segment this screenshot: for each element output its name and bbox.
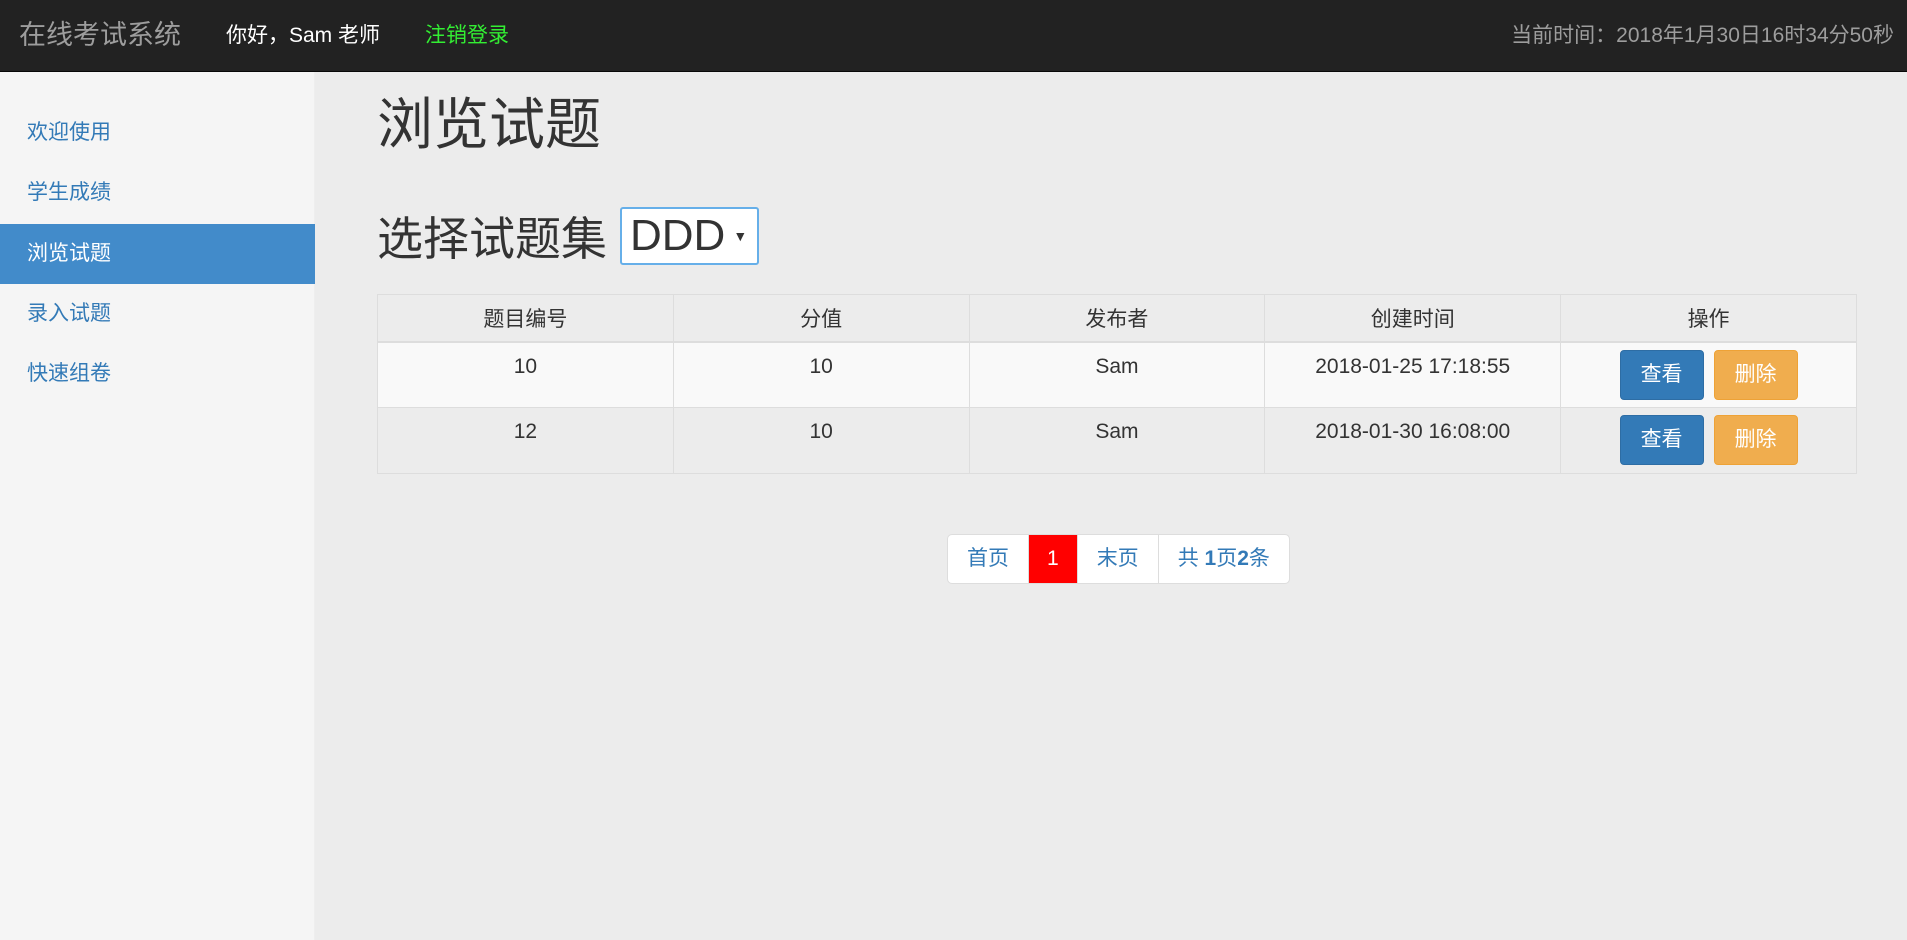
cell-score: 10 — [672, 341, 970, 408]
cell-created: 2018-01-30 16:08:00 — [1264, 407, 1562, 474]
column-header-id: 题目编号 — [377, 294, 674, 343]
total-items: 2 — [1237, 547, 1249, 570]
sidebar-item-welcome[interactable]: 欢迎使用 — [0, 103, 315, 163]
sidebar-item-quick-paper[interactable]: 快速组卷 — [0, 344, 315, 404]
logout-link[interactable]: 注销登录 — [425, 0, 509, 71]
page-title: 浏览试题 — [377, 93, 601, 156]
question-set-selected-value: DDD — [630, 211, 726, 260]
cell-publisher: Sam — [968, 407, 1266, 474]
sidebar-item-student-scores[interactable]: 学生成绩 — [0, 163, 315, 223]
current-time: 当前时间：2018年1月30日16时34分50秒 — [1511, 24, 1894, 47]
pagination-summary: 共 1页2条 — [1157, 535, 1289, 583]
sidebar-item-enter-questions[interactable]: 录入试题 — [0, 284, 315, 344]
app-brand[interactable]: 在线考试系统 — [19, 0, 181, 71]
cell-created: 2018-01-25 17:18:55 — [1264, 341, 1562, 408]
sidebar: 欢迎使用 学生成绩 浏览试题 录入试题 快速组卷 — [0, 72, 315, 940]
cell-id: 12 — [377, 407, 674, 474]
view-button[interactable]: 查看 — [1619, 415, 1704, 465]
last-page-link[interactable]: 末页 — [1076, 535, 1158, 583]
question-set-label: 选择试题集 — [377, 213, 607, 265]
total-pages: 1 — [1204, 547, 1217, 570]
chevron-down-icon: ▼ — [733, 228, 748, 244]
summary-prefix: 共 — [1177, 547, 1205, 570]
cell-publisher: Sam — [968, 341, 1266, 408]
main-content: 浏览试题 选择试题集 DDD ▼ 题目编号 分值 发布者 创建时间 操作 10 … — [315, 72, 1907, 940]
table-row: 10 10 Sam 2018-01-25 17:18:55 查看 删除 — [377, 341, 1857, 408]
column-header-publisher: 发布者 — [968, 294, 1266, 343]
current-page-link[interactable]: 1 — [1028, 535, 1077, 583]
table-header-row: 题目编号 分值 发布者 创建时间 操作 — [377, 294, 1857, 343]
column-header-actions: 操作 — [1560, 294, 1857, 343]
delete-button[interactable]: 删除 — [1713, 349, 1798, 400]
summary-suffix: 条 — [1248, 547, 1270, 570]
summary-mid: 页 — [1216, 547, 1238, 570]
cell-actions: 查看 删除 — [1560, 341, 1857, 408]
cell-actions: 查看 删除 — [1560, 407, 1857, 474]
pagination: 首页 1 末页 共 1页2条 — [947, 534, 1290, 584]
top-navbar: 在线考试系统 你好，Sam 老师 注销登录 当前时间：2018年1月30日16时… — [0, 0, 1907, 72]
view-button[interactable]: 查看 — [1619, 349, 1704, 400]
table-row: 12 10 Sam 2018-01-30 16:08:00 查看 删除 — [377, 407, 1857, 474]
column-header-created: 创建时间 — [1264, 294, 1562, 343]
questions-table: 题目编号 分值 发布者 创建时间 操作 10 10 Sam 2018-01-25… — [377, 294, 1857, 474]
user-greeting: 你好，Sam 老师 — [226, 24, 381, 47]
delete-button[interactable]: 删除 — [1713, 415, 1798, 465]
question-set-select[interactable]: DDD ▼ — [620, 207, 760, 265]
cell-score: 10 — [672, 407, 970, 474]
first-page-link[interactable]: 首页 — [948, 535, 1028, 583]
question-set-selector-row: 选择试题集 DDD ▼ — [377, 206, 760, 266]
column-header-score: 分值 — [672, 294, 970, 343]
sidebar-item-browse-questions[interactable]: 浏览试题 — [0, 224, 315, 284]
cell-id: 10 — [377, 341, 674, 408]
